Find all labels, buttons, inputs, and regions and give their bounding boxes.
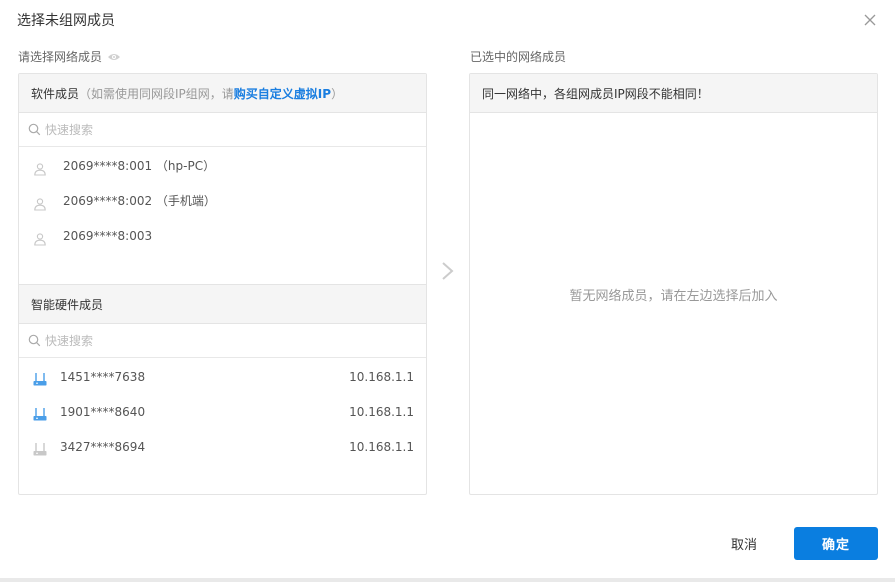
hardware-members-list: 1451****7638 10.168.1.1 1901****8640 10.… xyxy=(19,358,426,464)
software-search-bar xyxy=(19,113,426,147)
hardware-member-ip: 10.168.1.1 xyxy=(349,404,414,419)
user-icon xyxy=(34,162,46,176)
search-icon xyxy=(28,334,41,347)
software-member-name: 2069****8:001 （hp-PC） xyxy=(63,159,216,173)
hardware-member-ip: 10.168.1.1 xyxy=(349,369,414,384)
hardware-members-header: 智能硬件成员 xyxy=(19,285,426,324)
router-icon xyxy=(33,372,47,385)
hardware-member-name: 1451****7638 xyxy=(60,369,146,384)
buy-custom-ip-link[interactable]: 购买自定义虚拟IP xyxy=(234,85,331,102)
confirm-button[interactable]: 确定 xyxy=(794,527,878,560)
left-section-label-text: 请选择网络成员 xyxy=(18,50,103,64)
software-member-item[interactable]: 2069****8:003 xyxy=(19,218,426,253)
dialog-title: 选择未组网成员 xyxy=(17,13,115,29)
software-members-list: 2069****8:001 （hp-PC） 2069****8:002 （手机端… xyxy=(19,147,426,285)
hardware-member-name: 3427****8694 xyxy=(60,439,146,454)
available-members-panel: 软件成员 （如需使用同网段IP组网，请 购买自定义虚拟IP ） 2069****… xyxy=(18,73,427,495)
user-icon xyxy=(34,197,46,211)
hardware-member-item[interactable]: 1451****7638 10.168.1.1 xyxy=(19,359,426,394)
software-member-item[interactable]: 2069****8:001 （hp-PC） xyxy=(19,148,426,183)
right-section-label: 已选中的网络成员 xyxy=(470,50,567,64)
hardware-member-item[interactable]: 3427****8694 10.168.1.1 xyxy=(19,429,426,464)
chevron-right-icon[interactable] xyxy=(440,261,456,281)
software-member-name: 2069****8:002 （手机端） xyxy=(63,194,216,208)
software-member-name: 2069****8:003 xyxy=(63,228,153,243)
software-header-note-prefix: （如需使用同网段IP组网，请 xyxy=(79,86,234,101)
software-members-header: 软件成员 （如需使用同网段IP组网，请 购买自定义虚拟IP ） xyxy=(19,74,426,113)
eye-icon[interactable] xyxy=(107,52,121,62)
empty-state-text: 暂无网络成员，请在左边选择后加入 xyxy=(569,289,778,304)
user-icon xyxy=(34,232,46,246)
bottom-divider xyxy=(0,578,895,582)
hardware-member-ip: 10.168.1.1 xyxy=(349,439,414,454)
hardware-header-title: 智能硬件成员 xyxy=(31,297,104,312)
select-members-dialog: 选择未组网成员 请选择网络成员 软件成员 （如需使用同网段IP组网，请 购买自定… xyxy=(0,0,895,582)
software-header-note-suffix: ） xyxy=(331,86,344,101)
software-member-item[interactable]: 2069****8:002 （手机端） xyxy=(19,183,426,218)
hardware-member-item[interactable]: 1901****8640 10.168.1.1 xyxy=(19,394,426,429)
selected-header-text: 同一网络中，各组网成员IP网段不能相同！ xyxy=(482,86,709,101)
selected-members-header: 同一网络中，各组网成员IP网段不能相同！ xyxy=(470,74,877,113)
router-icon xyxy=(33,407,47,420)
selected-members-panel: 同一网络中，各组网成员IP网段不能相同！ 暂无网络成员，请在左边选择后加入 xyxy=(469,73,878,495)
software-header-title: 软件成员 xyxy=(31,86,80,101)
software-search-input[interactable] xyxy=(45,122,345,137)
close-icon[interactable] xyxy=(862,12,878,28)
router-offline-icon xyxy=(33,442,47,455)
hardware-member-name: 1901****8640 xyxy=(60,404,146,419)
cancel-button[interactable]: 取消 xyxy=(715,531,773,555)
hardware-search-bar xyxy=(19,324,426,358)
hardware-search-input[interactable] xyxy=(45,333,345,348)
search-icon xyxy=(28,123,41,136)
left-section-label: 请选择网络成员 xyxy=(18,48,121,65)
